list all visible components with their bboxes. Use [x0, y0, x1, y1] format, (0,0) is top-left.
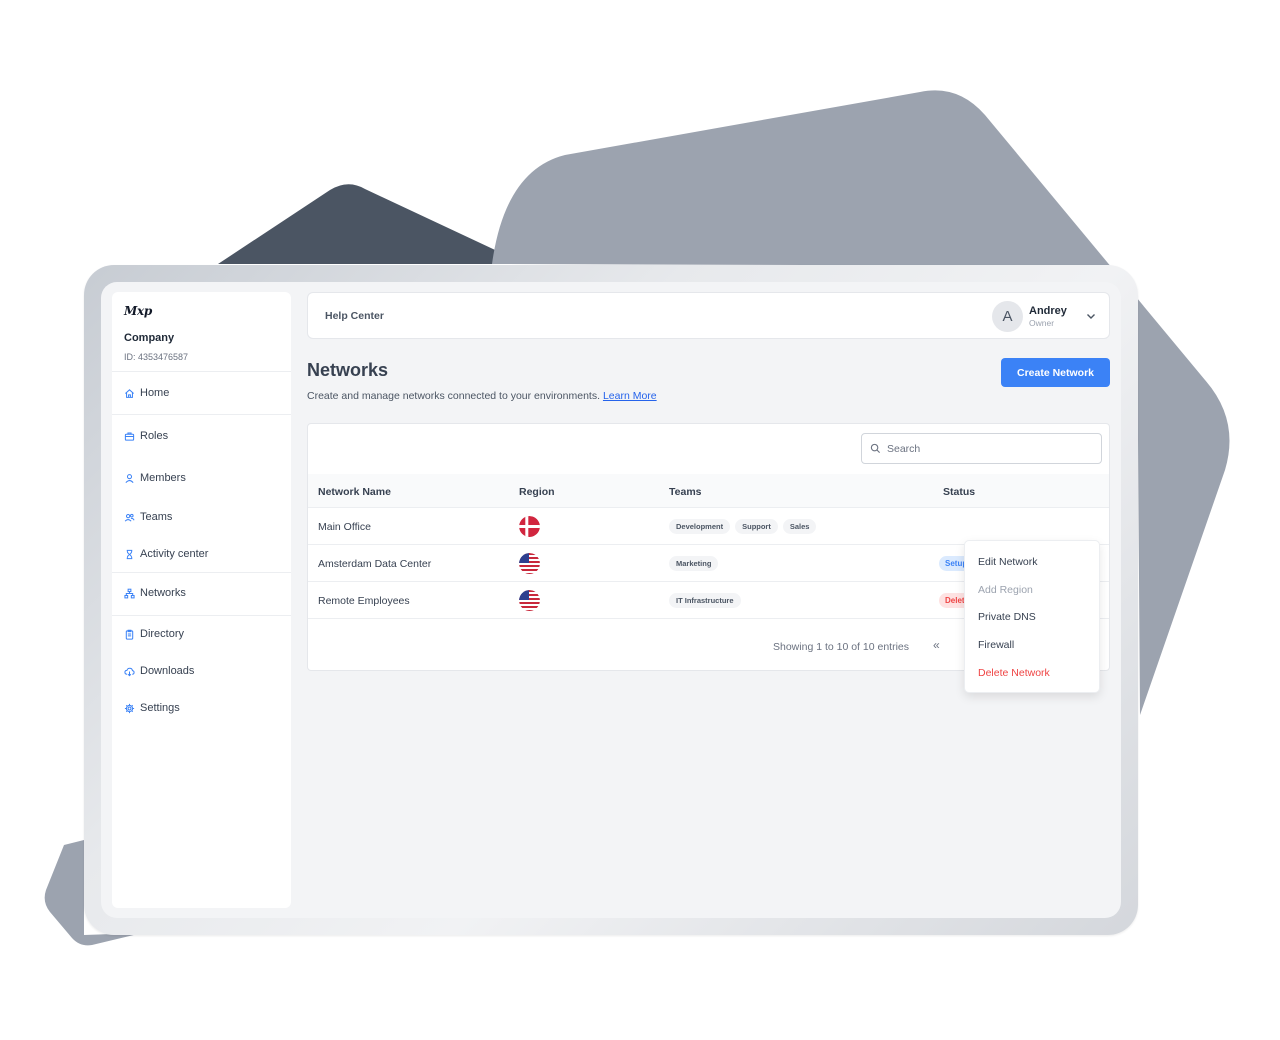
sidebar-item-label: Activity center — [140, 548, 209, 560]
logo: Mxp — [124, 304, 152, 318]
sidebar-item-activity-center[interactable]: Activity center — [112, 544, 291, 564]
column-header-region: Region — [519, 486, 555, 498]
menu-item-edit-network[interactable]: Edit Network — [978, 556, 1038, 568]
clipboard-icon — [125, 629, 134, 640]
network-name: Remote Employees — [318, 595, 410, 607]
sidebar-item-label: Roles — [140, 430, 169, 442]
sidebar-item-teams[interactable]: Teams — [112, 507, 291, 527]
usa-flag-icon — [519, 553, 540, 574]
sidebar-item-label: Downloads — [140, 665, 195, 677]
sidebar-item-home[interactable]: Home — [112, 383, 291, 403]
nav-group-tools: Directory Downloads Settings — [112, 616, 291, 718]
chevron-down-icon[interactable] — [1085, 310, 1097, 322]
home-icon — [125, 388, 134, 398]
search-icon — [870, 443, 881, 454]
sidebar-item-label: Home — [140, 387, 170, 399]
menu-item-private-dns[interactable]: Private DNS — [978, 611, 1036, 623]
team-tag: Development — [669, 519, 731, 534]
denmark-flag-icon — [519, 516, 540, 537]
team-tag: Support — [735, 519, 778, 534]
nav-group-main: Home — [112, 372, 291, 415]
table-header: Network Name Region Teams Status — [308, 474, 1109, 508]
help-center-link[interactable]: Help Center — [325, 310, 384, 322]
pagination-summary: Showing 1 to 10 of 10 entries — [773, 641, 910, 653]
sidebar-item-directory[interactable]: Directory — [112, 624, 291, 644]
sidebar-item-label: Teams — [140, 511, 173, 523]
avatar[interactable]: A — [992, 301, 1023, 332]
team-tags: Development Support Sales — [669, 519, 817, 534]
company-id: ID: 4353476587 — [124, 352, 189, 362]
menu-item-delete-network[interactable]: Delete Network — [978, 667, 1050, 679]
sidebar-item-label: Members — [140, 472, 186, 484]
sidebar-item-label: Directory — [140, 628, 185, 640]
team-tags: Marketing — [669, 556, 719, 571]
menu-item-firewall[interactable]: Firewall — [978, 639, 1014, 651]
sidebar: Mxp Company ID: 4353476587 Home Roles Me… — [112, 292, 291, 908]
brand-block: Mxp Company ID: 4353476587 — [112, 292, 291, 372]
team-tags: IT Infrastructure — [669, 593, 741, 608]
app-screen: Mxp Company ID: 4353476587 Home Roles Me… — [101, 282, 1121, 918]
usa-flag-icon — [519, 590, 540, 611]
menu-item-add-region[interactable]: Add Region — [978, 584, 1033, 596]
team-tag: IT Infrastructure — [669, 593, 741, 608]
row-actions-menu: Edit Network Add Region Private DNS Fire… — [964, 540, 1100, 693]
user-name: Andrey — [1029, 305, 1067, 317]
nav-group-networks: Networks — [112, 573, 291, 616]
sidebar-item-settings[interactable]: Settings — [112, 698, 291, 718]
briefcase-icon — [124, 432, 135, 441]
sidebar-item-label: Networks — [140, 587, 186, 599]
search-box — [861, 433, 1102, 464]
hourglass-icon — [126, 549, 133, 559]
team-tag: Marketing — [669, 556, 719, 571]
sidebar-item-roles[interactable]: Roles — [112, 426, 291, 446]
company-name: Company — [124, 332, 175, 344]
sidebar-item-downloads[interactable]: Downloads — [112, 661, 291, 681]
previous-page-button[interactable]: « — [933, 638, 940, 652]
column-header-teams: Teams — [669, 486, 702, 498]
sidebar-item-networks[interactable]: Networks — [112, 583, 291, 603]
user-icon — [125, 473, 134, 483]
users-icon — [124, 513, 135, 522]
nav-group-people: Roles Members Teams Activity center — [112, 415, 291, 573]
sidebar-item-members[interactable]: Members — [112, 468, 291, 488]
gear-icon — [124, 703, 135, 713]
top-header: Help Center A Andrey Owner — [307, 292, 1110, 339]
page-title: Networks — [307, 360, 389, 380]
learn-more-link[interactable]: Learn More — [603, 390, 657, 402]
column-header-status: Status — [943, 486, 976, 498]
create-network-button[interactable]: Create Network — [1001, 358, 1110, 387]
cloud-download-icon — [124, 667, 135, 676]
user-role: Owner — [1029, 318, 1055, 328]
search-input[interactable] — [887, 442, 1087, 455]
description-text: Create and manage networks connected to … — [307, 390, 601, 402]
network-icon — [124, 588, 135, 598]
page-description: Create and manage networks connected to … — [307, 390, 657, 402]
column-header-network-name: Network Name — [318, 486, 391, 498]
sidebar-item-label: Settings — [140, 702, 180, 714]
network-name: Amsterdam Data Center — [318, 558, 432, 570]
network-name: Main Office — [318, 521, 371, 533]
team-tag: Sales — [782, 519, 817, 534]
